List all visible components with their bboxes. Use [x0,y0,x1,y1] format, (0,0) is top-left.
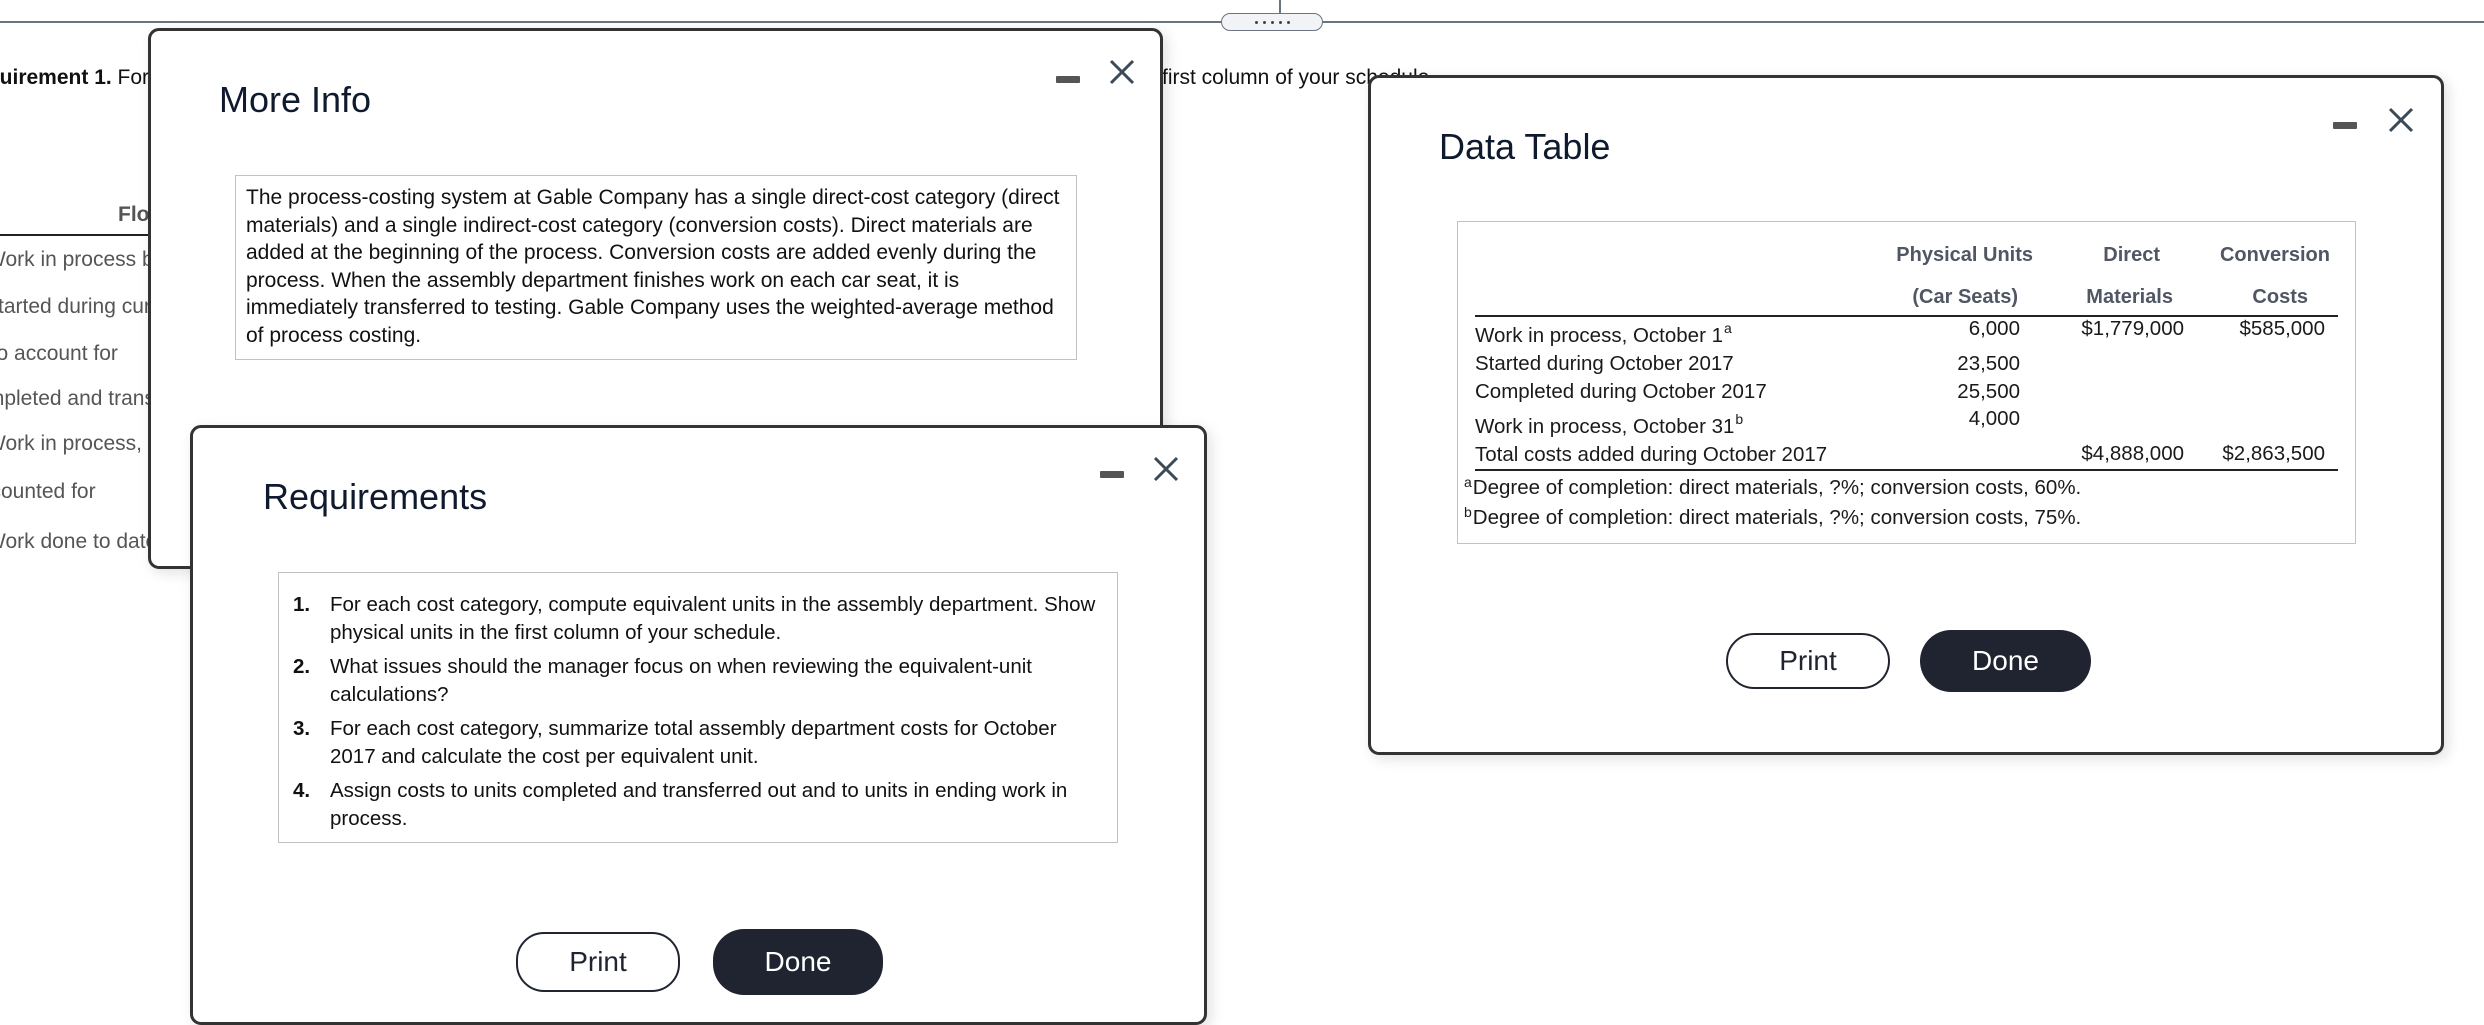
physical-units-value: 6,000 [1968,317,2020,340]
info-content-box: The process-costing system at Gable Comp… [235,175,1077,360]
dialog-title: More Info [219,79,372,120]
requirement-number: 4. [293,779,311,802]
header-materials: Materials [2086,286,2173,308]
header-rule [1475,315,2338,317]
header-direct: Direct [2103,244,2160,266]
requirement-text: For each cost category, summarize total … [330,717,1057,768]
dialog-title: Data Table [1439,126,1611,167]
requirement-item: 2. What issues should the manager focus … [279,653,1117,708]
requirements-content-box: 1. For each cost category, compute equiv… [278,572,1118,843]
requirements-dialog: Requirements 1. For each cost category, … [190,425,1207,1025]
dialog-title: Requirements [263,476,488,517]
schedule-row: To account for [0,342,118,365]
conversion-costs-value: $2,863,500 [2222,442,2325,465]
data-table-box: Physical Units (Car Seats) Direct Materi… [1457,221,2356,544]
footnote-mark: b [1735,411,1744,427]
total-rule [1475,469,2338,471]
minimize-icon[interactable] [1056,76,1080,83]
physical-units-value: 25,500 [1957,380,2020,403]
done-button[interactable]: Done [1920,630,2091,692]
physical-units-value: 4,000 [1968,407,2020,430]
direct-materials-value: $1,779,000 [2081,317,2184,340]
row-label: Completed during October 2017 [1475,380,1767,403]
row-label: Work in process, October 1a [1475,320,1732,347]
footnote: bDegree of completion: direct materials,… [1464,504,2082,529]
info-text: The process-costing system at Gable Comp… [246,186,1060,347]
close-icon[interactable] [1108,58,1136,86]
physical-units-value: 23,500 [1957,352,2020,375]
header-car-seats: (Car Seats) [1912,286,2018,308]
close-icon[interactable] [2387,106,2415,134]
handle-dot [1278,20,1282,24]
requirement-item: 3. For each cost category, summarize tot… [279,715,1117,770]
data-table-dialog: Data Table Physical Units (Car Seats) Di… [1368,75,2444,755]
schedule-row: Work done to date [0,530,158,553]
print-button[interactable]: Print [516,932,680,992]
footnote: aDegree of completion: direct materials,… [1464,474,2082,499]
requirement-number: 2. [293,655,311,678]
header-physical-units: Physical Units [1896,244,2033,266]
done-button[interactable]: Done [713,929,883,995]
close-icon[interactable] [1152,455,1180,483]
footnote-mark: a [1724,320,1732,336]
requirement-item: 1. For each cost category, compute equiv… [279,591,1117,646]
handle-dot [1286,20,1290,24]
requirement-heading-bold: Requirement 1. [0,66,112,89]
row-label: Work in process, October 31b [1475,411,1744,438]
requirement-text: Assign costs to units completed and tran… [330,779,1068,830]
requirement-text: For each cost category, compute equivale… [330,593,1096,644]
direct-materials-value: $4,888,000 [2081,442,2184,465]
row-label: Total costs added during October 2017 [1475,443,1828,466]
splitter-vertical-line [1279,0,1281,14]
requirement-text: What issues should the manager focus on … [330,655,1032,706]
requirement-item: 4. Assign costs to units completed and t… [279,777,1117,832]
schedule-row: Accounted for [0,480,96,503]
minimize-icon[interactable] [2333,122,2357,129]
requirement-number: 3. [293,717,311,740]
print-button[interactable]: Print [1726,633,1890,689]
drag-handle-icon[interactable] [1221,13,1323,31]
row-label: Started during October 2017 [1475,352,1734,375]
handle-dot [1270,20,1274,24]
minimize-icon[interactable] [1100,471,1124,478]
requirements-list: 1. For each cost category, compute equiv… [279,591,1117,832]
handle-dot [1254,20,1258,24]
header-costs: Costs [2252,286,2308,308]
requirement-number: 1. [293,593,311,616]
header-conversion: Conversion [2219,244,2330,266]
handle-dot [1262,20,1266,24]
header-rule [0,234,160,236]
conversion-costs-value: $585,000 [2239,317,2325,340]
